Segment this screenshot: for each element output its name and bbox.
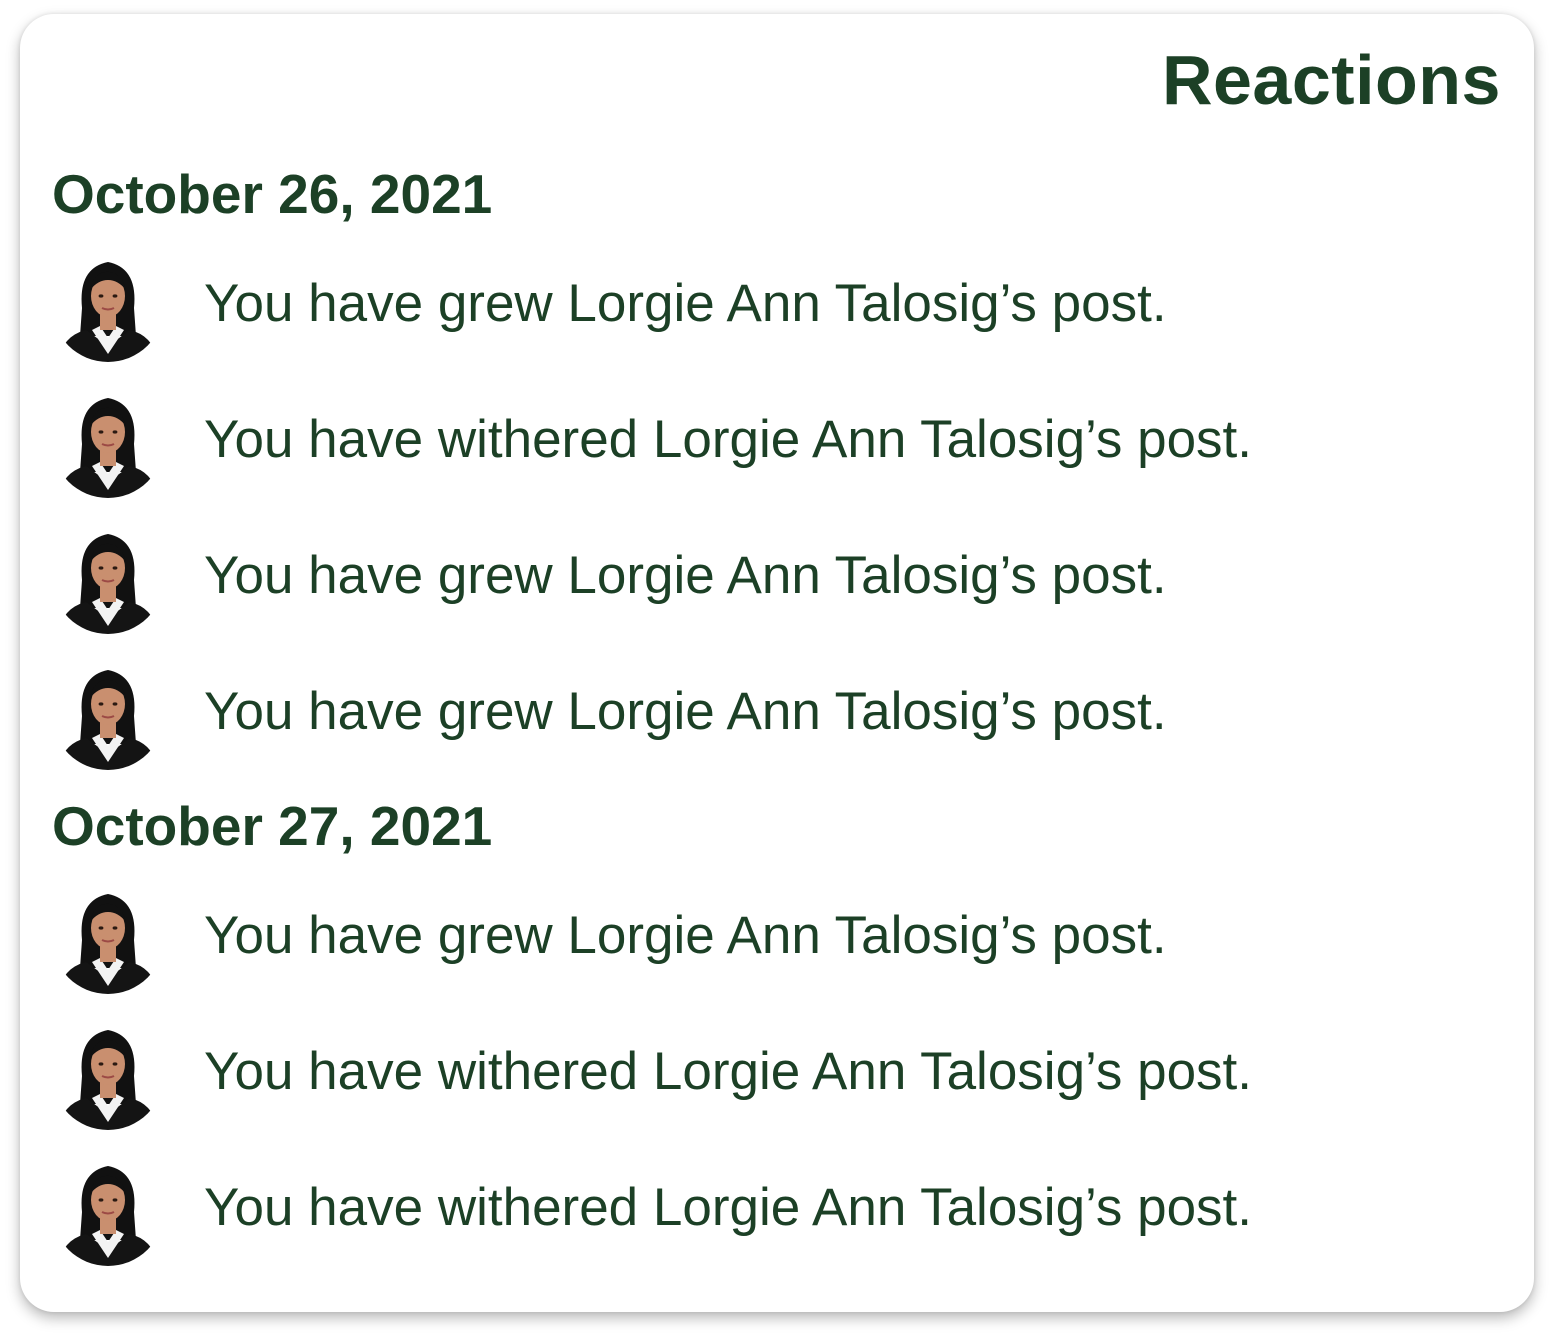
reaction-item[interactable]: You have grew Lorgie Ann Talosig’s post.	[52, 522, 1492, 634]
avatar[interactable]	[52, 386, 164, 498]
avatar[interactable]	[52, 522, 164, 634]
reaction-text: You have withered Lorgie Ann Talosig’s p…	[204, 410, 1252, 469]
reaction-text: You have grew Lorgie Ann Talosig’s post.	[204, 274, 1167, 333]
avatar[interactable]	[52, 1154, 164, 1266]
reaction-text: You have grew Lorgie Ann Talosig’s post.	[204, 682, 1167, 741]
avatar[interactable]	[52, 658, 164, 770]
avatar[interactable]	[52, 250, 164, 362]
user-photo-avatar-icon	[52, 250, 164, 362]
reactions-panel: Reactions October 26, 2021 You have grew…	[20, 14, 1534, 1312]
reaction-text: You have grew Lorgie Ann Talosig’s post.	[204, 546, 1167, 605]
date-heading: October 26, 2021	[52, 163, 493, 225]
user-photo-avatar-icon	[52, 658, 164, 770]
user-photo-avatar-icon	[52, 1154, 164, 1266]
user-photo-avatar-icon	[52, 386, 164, 498]
reaction-item[interactable]: You have grew Lorgie Ann Talosig’s post.	[52, 882, 1492, 994]
reaction-item[interactable]: You have withered Lorgie Ann Talosig’s p…	[52, 386, 1492, 498]
panel-title: Reactions	[1161, 41, 1501, 119]
reaction-text: You have withered Lorgie Ann Talosig’s p…	[204, 1042, 1252, 1101]
reaction-text: You have withered Lorgie Ann Talosig’s p…	[204, 1178, 1252, 1237]
date-heading: October 27, 2021	[52, 795, 493, 857]
user-photo-avatar-icon	[52, 522, 164, 634]
user-photo-avatar-icon	[52, 882, 164, 994]
reaction-item[interactable]: You have grew Lorgie Ann Talosig’s post.	[52, 658, 1492, 770]
reaction-item[interactable]: You have withered Lorgie Ann Talosig’s p…	[52, 1154, 1492, 1266]
avatar[interactable]	[52, 1018, 164, 1130]
reaction-text: You have grew Lorgie Ann Talosig’s post.	[204, 906, 1167, 965]
avatar[interactable]	[52, 882, 164, 994]
reaction-item[interactable]: You have grew Lorgie Ann Talosig’s post.	[52, 250, 1492, 362]
user-photo-avatar-icon	[52, 1018, 164, 1130]
reaction-item[interactable]: You have withered Lorgie Ann Talosig’s p…	[52, 1018, 1492, 1130]
